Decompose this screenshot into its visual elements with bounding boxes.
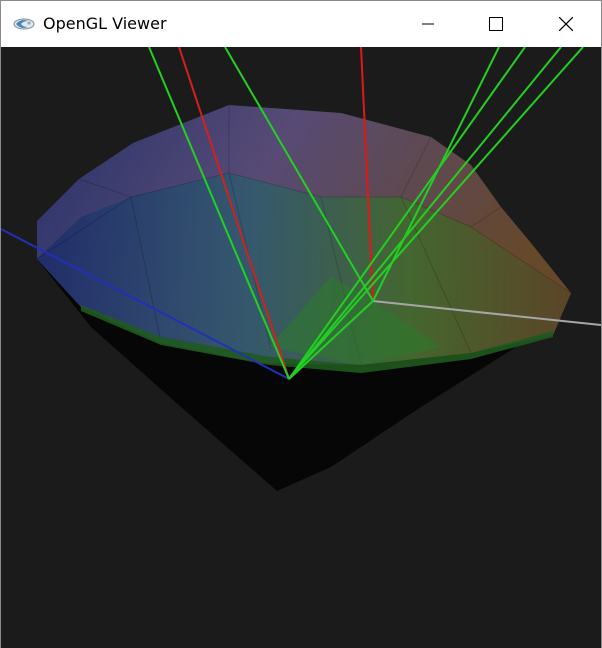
maximize-button[interactable]: [473, 1, 519, 47]
opengl-viewport[interactable]: [1, 47, 601, 648]
maximize-icon: [489, 17, 503, 31]
close-icon: [559, 17, 573, 31]
minimize-icon: [422, 23, 434, 25]
opengl-viewer-window: OpenGL Viewer: [0, 0, 602, 648]
opengl-app-icon: [13, 16, 35, 32]
window-title: OpenGL Viewer: [43, 14, 167, 33]
gem-scene: [1, 47, 601, 491]
minimize-button[interactable]: [405, 1, 451, 47]
close-button[interactable]: [543, 1, 589, 47]
title-bar[interactable]: OpenGL Viewer: [1, 1, 601, 47]
